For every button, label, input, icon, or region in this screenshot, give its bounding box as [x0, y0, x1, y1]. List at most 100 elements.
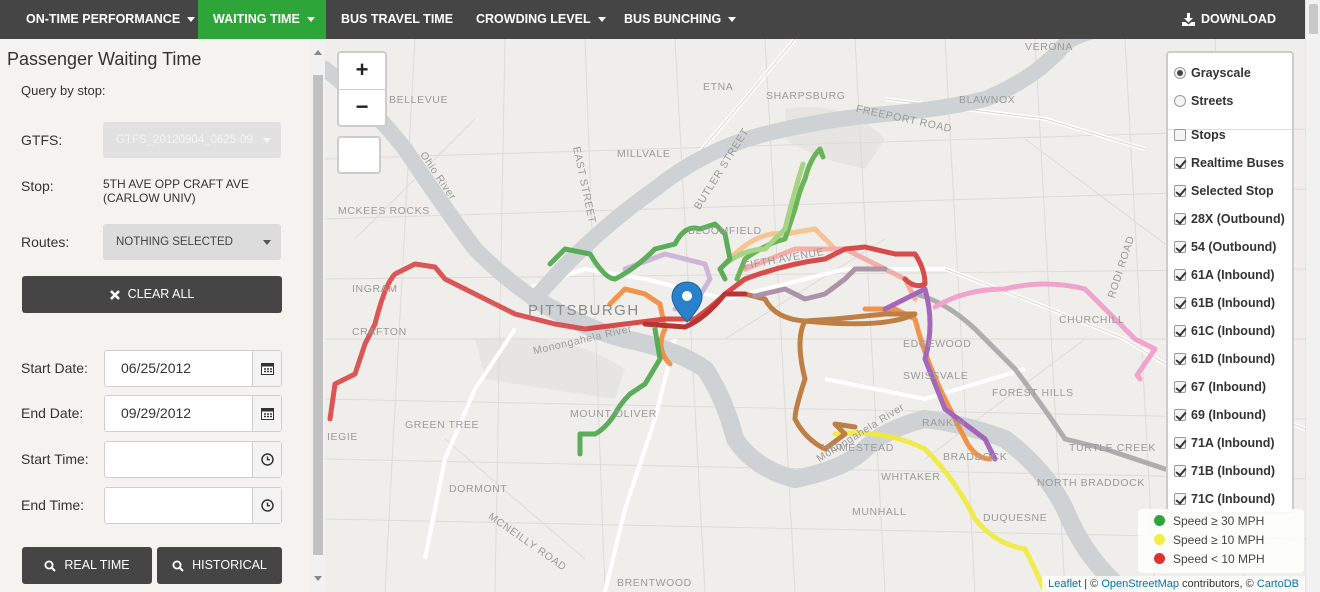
overlay-route-61c-label: 61C (Inbound)	[1191, 324, 1276, 338]
legend-item-slow-label: Speed < 10 MPH	[1173, 552, 1265, 566]
overlay-selected-stop[interactable]: Selected Stop	[1174, 184, 1274, 198]
map-label-ingram: INGRAM	[352, 283, 398, 295]
checkbox-checked-icon[interactable]	[1174, 437, 1186, 449]
checkbox-checked-icon[interactable]	[1174, 353, 1186, 365]
start-date-calendar-button[interactable]	[252, 351, 281, 386]
legend-dot-yellow	[1154, 534, 1165, 545]
map-label-mckees-rocks: MCKEES ROCKS	[338, 205, 430, 217]
layer-streets[interactable]: Streets	[1174, 94, 1233, 108]
overlay-stops-label: Stops	[1191, 128, 1226, 142]
end-date-field[interactable]: 09/29/2012	[104, 395, 282, 432]
checkbox-checked-icon[interactable]	[1174, 409, 1186, 421]
map-label-churchill: CHURCHILL	[1059, 314, 1125, 326]
historical-button[interactable]: HISTORICAL	[157, 547, 282, 584]
overlay-realtime-buses[interactable]: Realtime Buses	[1174, 156, 1284, 170]
map-label-bellevue: BELLEVUE	[389, 94, 449, 106]
caret-down-icon	[728, 17, 737, 23]
checkbox-checked-icon[interactable]	[1174, 325, 1186, 337]
nav-on-time-performance[interactable]: ON-TIME PERFORMANCE	[26, 0, 196, 39]
layer-grayscale[interactable]: Grayscale	[1174, 66, 1251, 80]
overlay-route-61b[interactable]: 61B (Inbound)	[1174, 296, 1275, 310]
checkbox-checked-icon[interactable]	[1174, 269, 1186, 281]
zoom-in-button[interactable]: +	[339, 53, 385, 89]
checkbox-checked-icon[interactable]	[1174, 381, 1186, 393]
checkbox-checked-icon[interactable]	[1174, 297, 1186, 309]
zoom-out-button[interactable]: −	[339, 89, 385, 125]
map-tool-button[interactable]	[337, 136, 381, 174]
real-time-button[interactable]: REAL TIME	[22, 547, 152, 584]
scroll-down-icon[interactable]	[314, 576, 322, 581]
start-date-field[interactable]: 06/25/2012	[104, 350, 282, 387]
cartodb-link[interactable]: CartoDB	[1257, 578, 1299, 590]
download-icon	[1182, 13, 1195, 27]
map-view[interactable]: BELLEVUE ETNA SHARPSBURG BLAWNOX VERONA …	[325, 39, 1305, 592]
overlay-route-61b-label: 61B (Inbound)	[1191, 296, 1276, 310]
panel-scrollbar[interactable]	[311, 39, 325, 592]
map-label-forest-hills: FOREST HILLS	[992, 387, 1074, 399]
nav-bus-travel-time[interactable]: BUS TRAVEL TIME	[341, 0, 453, 39]
overlay-route-28x[interactable]: 28X (Outbound)	[1174, 212, 1285, 226]
end-time-label: End Time:	[21, 497, 85, 513]
page-scrollbar[interactable]	[1305, 0, 1320, 592]
gtfs-select[interactable]: GTFS_20120904_0625-09	[103, 122, 281, 158]
overlay-route-61a[interactable]: 61A (Inbound)	[1174, 268, 1275, 282]
leaflet-link[interactable]: Leaflet	[1048, 578, 1081, 590]
end-time-field[interactable]	[104, 487, 282, 524]
checkbox-checked-icon[interactable]	[1174, 493, 1186, 505]
routes-select[interactable]: NOTHING SELECTED	[103, 224, 281, 260]
overlay-route-67-label: 67 (Inbound)	[1191, 380, 1266, 394]
nav-crowding-level[interactable]: CROWDING LEVEL	[476, 0, 606, 39]
legend-item-medium: Speed ≥ 10 MPH	[1154, 533, 1264, 547]
overlay-route-71b-label: 71B (Inbound)	[1191, 464, 1276, 478]
map-label-munhall: MUNHALL	[852, 506, 907, 518]
download-button[interactable]: DOWNLOAD	[1182, 0, 1276, 39]
checkbox-checked-icon[interactable]	[1174, 241, 1186, 253]
checkbox-checked-icon[interactable]	[1174, 465, 1186, 477]
start-time-field[interactable]	[104, 441, 282, 478]
map-label-carnegie: IEGIE	[327, 431, 359, 443]
layer-streets-label: Streets	[1191, 94, 1234, 108]
overlay-route-71c[interactable]: 71C (Inbound)	[1174, 492, 1275, 506]
overlay-route-71b[interactable]: 71B (Inbound)	[1174, 464, 1275, 478]
attribution-contrib: contributors, ©	[1179, 578, 1257, 590]
page-scrollbar-thumb[interactable]	[1309, 4, 1318, 34]
zoom-control: + −	[337, 51, 387, 127]
legend-item-fast-label: Speed ≥ 30 MPH	[1173, 514, 1265, 528]
nav-crowding-level-label: CROWDING LEVEL	[476, 12, 591, 26]
download-label: DOWNLOAD	[1201, 12, 1276, 26]
overlay-route-71a[interactable]: 71A (Inbound)	[1174, 436, 1275, 450]
nav-bus-bunching[interactable]: BUS BUNCHING	[624, 0, 737, 39]
nav-waiting-time[interactable]: WAITING TIME	[198, 0, 326, 39]
map-label-blawnox: BLAWNOX	[959, 94, 1016, 106]
start-time-clock-button[interactable]	[252, 442, 281, 477]
nav-bus-travel-time-label: BUS TRAVEL TIME	[341, 12, 454, 26]
clear-all-button[interactable]: CLEAR ALL	[22, 276, 282, 313]
start-date-label: Start Date:	[21, 360, 88, 376]
scroll-up-icon[interactable]	[314, 50, 322, 55]
search-icon	[44, 560, 57, 572]
checkbox-checked-icon[interactable]	[1174, 213, 1186, 225]
end-date-calendar-button[interactable]	[252, 396, 281, 431]
map-label-turtle-creek: TURTLE CREEK	[1069, 442, 1156, 454]
checkbox-unchecked-icon[interactable]	[1174, 129, 1186, 141]
radio-on-icon[interactable]	[1174, 67, 1186, 79]
overlay-stops[interactable]: Stops	[1174, 128, 1226, 142]
overlay-route-61d[interactable]: 61D (Inbound)	[1174, 352, 1275, 366]
osm-link[interactable]: OpenStreetMap	[1101, 578, 1179, 590]
legend-item-medium-label: Speed ≥ 10 MPH	[1173, 533, 1265, 547]
end-time-clock-button[interactable]	[252, 488, 281, 523]
end-date-label: End Date:	[21, 405, 84, 421]
overlay-route-61c[interactable]: 61C (Inbound)	[1174, 324, 1275, 338]
overlay-route-67[interactable]: 67 (Inbound)	[1174, 380, 1266, 394]
overlay-route-28x-label: 28X (Outbound)	[1191, 212, 1285, 226]
overlay-route-69[interactable]: 69 (Inbound)	[1174, 408, 1266, 422]
map-label-brentwood: BRENTWOOD	[617, 577, 692, 589]
checkbox-checked-icon[interactable]	[1174, 157, 1186, 169]
caret-down-icon	[597, 17, 606, 23]
query-by-stop-label: Query by stop:	[21, 83, 106, 98]
map-label-edgewood: EDGEWOOD	[903, 338, 972, 350]
panel-scrollbar-thumb[interactable]	[313, 75, 323, 555]
radio-off-icon[interactable]	[1174, 95, 1186, 107]
overlay-route-54[interactable]: 54 (Outbound)	[1174, 240, 1276, 254]
checkbox-checked-icon[interactable]	[1174, 185, 1186, 197]
